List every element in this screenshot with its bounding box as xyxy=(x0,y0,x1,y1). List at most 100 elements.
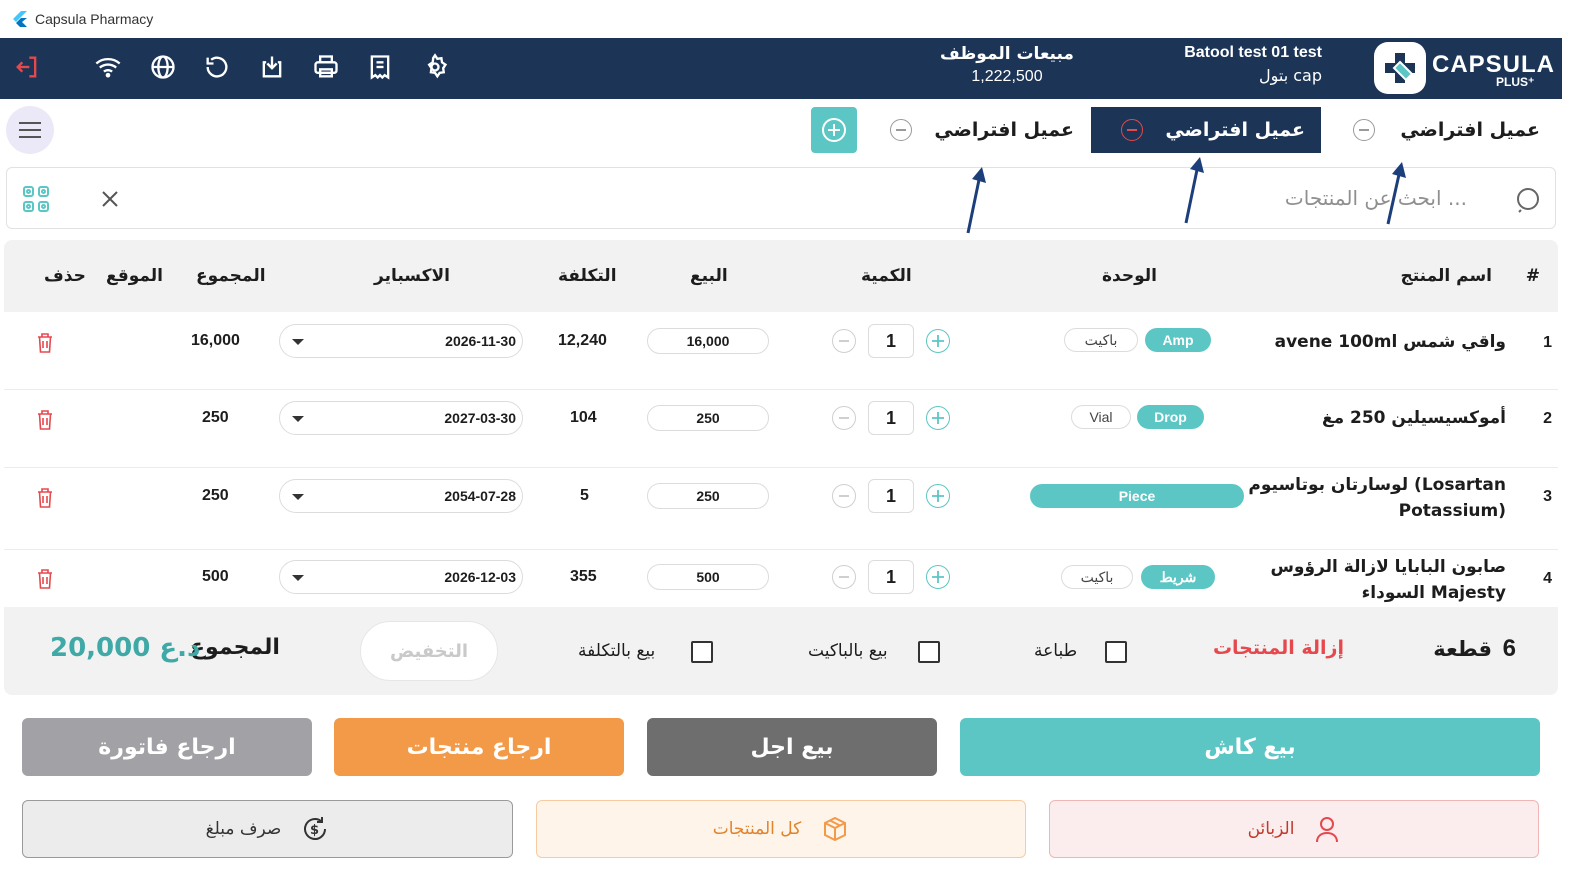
customer-tab-1[interactable]: عميل افتراضي xyxy=(1323,107,1556,153)
table-row[interactable]: 3 لوسارتان بوتاسيوم (Losartan Potassium)… xyxy=(4,468,1558,550)
row-index: 1 xyxy=(1543,334,1552,351)
product-search-bar[interactable]: ابحث عن المنتجات ... xyxy=(6,167,1556,229)
annotation-arrow-icon xyxy=(1184,157,1204,224)
unit-chip-selected[interactable]: شريط xyxy=(1141,565,1215,589)
customers-label: الزبائن xyxy=(1247,819,1295,839)
customer-tab-label: عميل افتراضي xyxy=(1165,119,1305,141)
box-icon xyxy=(824,816,847,842)
clear-search-icon[interactable] xyxy=(101,190,119,208)
employee-sales-value: 1,222,500 xyxy=(971,68,1043,85)
delete-row-icon[interactable] xyxy=(36,487,54,509)
globe-icon[interactable] xyxy=(148,52,178,82)
settings-icon[interactable] xyxy=(420,52,450,82)
unit-chip[interactable]: باكيت xyxy=(1064,328,1138,352)
user-subtitle: بتول cap xyxy=(1258,66,1322,85)
cost-value: 104 xyxy=(570,409,597,426)
qty-increase-icon[interactable] xyxy=(926,565,950,589)
table-header: # اسم المنتج الوحدة الكمية البيع التكلفة… xyxy=(4,240,1558,312)
all-products-button[interactable]: كل المنتجات xyxy=(536,800,1026,858)
close-tab-icon[interactable] xyxy=(1353,119,1375,141)
qty-decrease-icon[interactable] xyxy=(832,484,856,508)
wifi-icon[interactable] xyxy=(93,52,123,82)
discount-button[interactable]: التخفيض xyxy=(360,621,498,681)
row-index: 4 xyxy=(1543,570,1552,587)
barcode-scan-icon[interactable] xyxy=(21,184,51,214)
user-icon xyxy=(1316,817,1339,843)
return-invoice-button[interactable]: ارجاع فاتورة xyxy=(22,718,312,776)
receipt-icon[interactable] xyxy=(365,52,395,82)
table-row[interactable]: 2 أموكسيسيلين 250 مغ Drop Vial 1 250 104… xyxy=(4,390,1558,468)
customers-button[interactable]: الزبائن xyxy=(1049,800,1539,858)
delete-row-icon[interactable] xyxy=(36,409,54,431)
sell-by-cost-checkbox[interactable] xyxy=(691,641,713,663)
customer-tab-3[interactable]: عميل افتراضي xyxy=(860,107,1090,153)
table-row[interactable]: 4 صابون البابايا لازالة الرؤوس السوداء M… xyxy=(4,550,1558,605)
download-icon[interactable] xyxy=(257,52,287,82)
quantity-field[interactable]: 1 xyxy=(868,324,914,358)
window-titlebar: Capsula Pharmacy xyxy=(0,0,1568,38)
product-name: أموكسيسيلين 250 مغ xyxy=(1321,408,1506,428)
printer-icon[interactable] xyxy=(311,52,341,82)
unit-chip-selected[interactable]: Amp xyxy=(1145,328,1211,352)
sell-price-field[interactable]: 250 xyxy=(647,483,769,509)
logout-icon[interactable] xyxy=(12,52,42,82)
col-cost: التكلفة xyxy=(558,266,617,286)
customer-tabs: عميل افتراضي عميل افتراضي عميل افتراضي xyxy=(0,100,1568,160)
qty-increase-icon[interactable] xyxy=(926,484,950,508)
dropdown-caret-icon xyxy=(292,416,304,422)
employee-sales-label: مبيعات الموظف xyxy=(940,44,1074,64)
qty-decrease-icon[interactable] xyxy=(832,406,856,430)
col-sell: البيع xyxy=(690,266,728,286)
quantity-field[interactable]: 1 xyxy=(868,560,914,594)
qty-decrease-icon[interactable] xyxy=(832,565,856,589)
table-row[interactable]: 1 avene 100ml واقي شمس Amp باكيت 1 16,00… xyxy=(4,312,1558,390)
sell-price-field[interactable]: 16,000 xyxy=(647,328,769,354)
expiry-dropdown[interactable]: 2026-11-30 xyxy=(279,324,523,358)
refresh-icon[interactable] xyxy=(202,52,232,82)
delete-row-icon[interactable] xyxy=(36,568,54,590)
sell-by-packet-label: بيع بالباكيت xyxy=(808,641,888,661)
expiry-dropdown[interactable]: 2027-03-30 xyxy=(279,401,523,435)
expiry-dropdown[interactable]: 2054-07-28 xyxy=(279,479,523,513)
col-name: اسم المنتج xyxy=(1400,266,1492,286)
col-index: # xyxy=(1525,266,1540,286)
close-tab-icon[interactable] xyxy=(890,119,912,141)
unit-chip[interactable]: Vial xyxy=(1071,405,1131,429)
dropdown-caret-icon xyxy=(292,339,304,345)
spend-amount-button[interactable]: صرف مبلغ $ xyxy=(22,800,513,858)
search-input[interactable]: ابحث عن المنتجات ... xyxy=(1285,186,1467,210)
hamburger-menu-icon[interactable] xyxy=(6,106,54,154)
customer-tab-label: عميل افتراضي xyxy=(1400,119,1540,141)
unit-chip[interactable]: باكيت xyxy=(1061,565,1133,589)
customer-tab-2[interactable]: عميل افتراضي xyxy=(1091,107,1321,153)
pieces-label: قطعة xyxy=(1433,637,1492,661)
sell-price-field[interactable]: 500 xyxy=(647,564,769,590)
dropdown-caret-icon xyxy=(292,494,304,500)
spend-amount-label: صرف مبلغ xyxy=(205,819,282,839)
sell-price-field[interactable]: 250 xyxy=(647,405,769,431)
sell-by-packet-checkbox[interactable] xyxy=(918,641,940,663)
qty-increase-icon[interactable] xyxy=(926,329,950,353)
close-tab-icon[interactable] xyxy=(1121,119,1143,141)
expiry-dropdown[interactable]: 2026-12-03 xyxy=(279,560,523,594)
print-checkbox[interactable] xyxy=(1105,641,1127,663)
add-tab-button[interactable] xyxy=(811,107,857,153)
quantity-field[interactable]: 1 xyxy=(868,479,914,513)
dollar-refresh-icon: $ xyxy=(304,817,327,840)
delete-row-icon[interactable] xyxy=(36,332,54,354)
row-total: 250 xyxy=(202,409,229,426)
col-expiry: الاكسباير xyxy=(374,266,450,286)
return-products-button[interactable]: ارجاع منتجات xyxy=(334,718,624,776)
unit-chip-selected[interactable]: Drop xyxy=(1137,405,1204,429)
qty-decrease-icon[interactable] xyxy=(832,329,856,353)
qty-increase-icon[interactable] xyxy=(926,406,950,430)
user-info: Batool test 01 test بتول cap xyxy=(1184,44,1322,85)
credit-sale-button[interactable]: بيع اجل xyxy=(647,718,937,776)
remove-products-button[interactable]: إزالة المنتجات xyxy=(1213,637,1344,659)
cash-sale-button[interactable]: بيع كاش xyxy=(960,718,1540,776)
unit-chip-selected[interactable]: Piece xyxy=(1030,484,1244,508)
capsula-logo: CAPSULA PLUS⁺ xyxy=(1374,42,1554,94)
expiry-date: 2026-11-30 xyxy=(445,333,516,349)
cost-value: 355 xyxy=(570,568,597,585)
quantity-field[interactable]: 1 xyxy=(868,401,914,435)
